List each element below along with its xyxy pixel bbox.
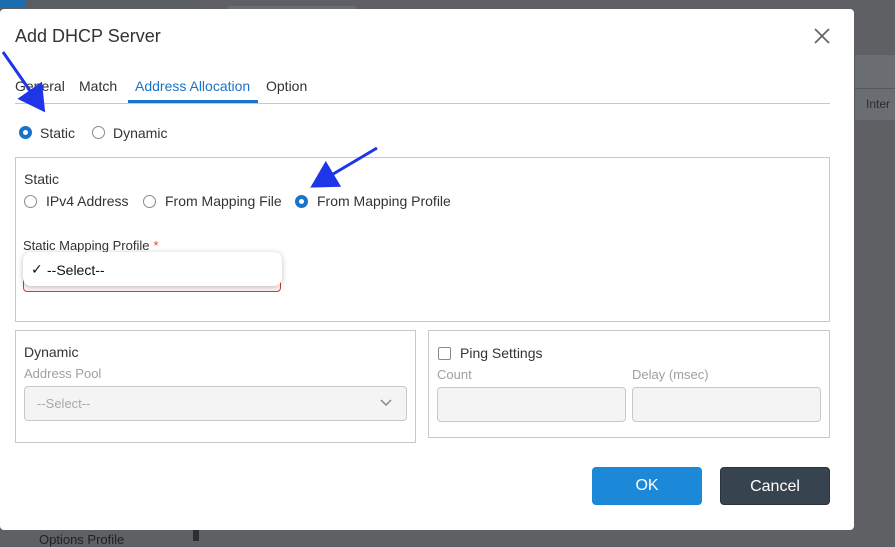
- background-accent-bar: [0, 0, 26, 7]
- radio-from-mapping-profile[interactable]: [295, 195, 308, 208]
- background-table-cell: Inter: [866, 97, 891, 111]
- radio-static-label: Static: [40, 125, 76, 141]
- static-mapping-profile-dropdown[interactable]: ✓ --Select--: [23, 252, 282, 286]
- dropdown-option-select[interactable]: --Select--: [47, 262, 105, 278]
- add-dhcp-server-dialog: Add DHCP Server General Match Address Al…: [0, 9, 854, 530]
- active-tab-indicator: [128, 100, 258, 103]
- radio-ipv4-address[interactable]: [24, 195, 37, 208]
- address-pool-value: --Select--: [37, 396, 91, 411]
- background-divider: [193, 530, 199, 541]
- cancel-button[interactable]: Cancel: [720, 467, 830, 505]
- count-label: Count: [437, 367, 472, 382]
- required-asterisk: *: [153, 238, 159, 253]
- ping-settings-checkbox[interactable]: [438, 347, 451, 360]
- dialog-title: Add DHCP Server: [15, 26, 161, 46]
- chevron-down-icon: [380, 399, 392, 407]
- radio-static[interactable]: [19, 126, 32, 139]
- delay-label: Delay (msec): [632, 367, 709, 382]
- tab-match[interactable]: Match: [79, 78, 117, 103]
- radio-from-mapping-file-label: From Mapping File: [165, 193, 282, 209]
- tab-option[interactable]: Option: [266, 78, 307, 103]
- count-input[interactable]: [437, 387, 626, 422]
- radio-from-mapping-profile-label: From Mapping Profile: [317, 193, 451, 209]
- close-icon[interactable]: [812, 26, 832, 46]
- address-pool-label: Address Pool: [24, 366, 102, 381]
- radio-ipv4-address-label: IPv4 Address: [46, 193, 129, 209]
- static-mapping-profile-label: Static Mapping Profile *: [23, 238, 159, 253]
- radio-dynamic[interactable]: [92, 126, 105, 139]
- static-section-title: Static: [24, 171, 60, 187]
- tab-general[interactable]: General: [15, 78, 65, 103]
- address-pool-select[interactable]: --Select--: [24, 386, 407, 421]
- radio-dynamic-label: Dynamic: [113, 125, 168, 141]
- radio-from-mapping-file[interactable]: [143, 195, 156, 208]
- ok-button[interactable]: OK: [592, 467, 702, 505]
- delay-input[interactable]: [632, 387, 821, 422]
- background-nav-item: Options Profile: [39, 532, 125, 547]
- checkmark-icon: ✓: [31, 261, 43, 277]
- background-table-divider: [854, 88, 895, 89]
- ping-settings-label: Ping Settings: [460, 345, 543, 361]
- dynamic-section-title: Dynamic: [24, 344, 79, 360]
